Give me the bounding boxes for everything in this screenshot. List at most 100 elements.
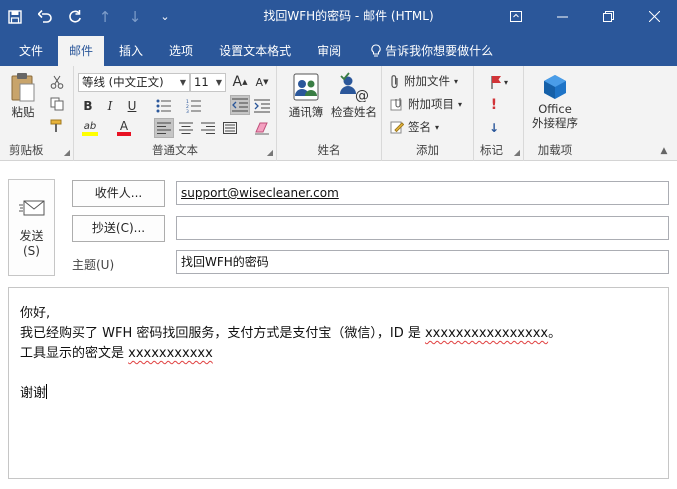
ribbon-tabs: 文件 邮件 插入 选项 设置文本格式 审阅 告诉我你想要做什么: [0, 33, 677, 66]
highlight-color-button[interactable]: ab: [78, 118, 102, 138]
copy-icon[interactable]: [47, 94, 67, 114]
send-label: 发送: [19, 229, 44, 243]
to-recipient: support@wisecleaner.com: [181, 186, 339, 200]
to-button[interactable]: 收件人...: [72, 180, 165, 207]
increase-indent-icon[interactable]: [252, 96, 272, 116]
font-name-value: 等线 (中文正文): [82, 75, 164, 89]
attach-file-label: 附加文件: [404, 74, 450, 88]
tell-me-box[interactable]: 告诉我你想要做什么: [360, 36, 504, 66]
signature-label: 签名: [408, 120, 431, 134]
underline-button[interactable]: U: [122, 96, 142, 116]
addins-group: Office 外接程序 加载项: [524, 66, 586, 161]
office-addins-label-2: 外接程序: [532, 116, 578, 130]
align-right-icon[interactable]: [198, 118, 218, 138]
address-book-button[interactable]: 通讯簿: [283, 72, 329, 132]
bold-button[interactable]: B: [78, 96, 98, 116]
high-importance-icon[interactable]: !: [484, 95, 504, 115]
tell-me-label: 告诉我你想要做什么: [385, 44, 494, 58]
chevron-down-icon: ▼: [215, 78, 222, 87]
subject-label: 主题(U): [72, 258, 115, 272]
body-line-purchase: 我已经购买了 WFH 密码找回服务，支付方式是支付宝（微信），ID 是 xxxx…: [20, 326, 562, 341]
office-addins-icon: [544, 75, 566, 99]
to-field[interactable]: support@wisecleaner.com: [176, 181, 669, 205]
tags-launcher-icon[interactable]: ◢: [514, 148, 520, 157]
clear-formatting-icon[interactable]: [252, 118, 272, 138]
send-envelope-icon: [18, 200, 44, 216]
title-bar: ↑ ↓ ⌄ 找回WFH的密码 - 邮件 (HTML): [0, 0, 677, 33]
font-color-button[interactable]: A: [114, 118, 134, 138]
cc-field[interactable]: [176, 216, 669, 240]
names-group: 通讯簿 @ 检查姓名 姓名: [277, 66, 382, 161]
payment-id: xxxxxxxxxxxxxxxx: [424, 326, 549, 341]
cc-button[interactable]: 抄送(C)...: [72, 215, 165, 242]
address-book-icon: [293, 73, 319, 101]
check-names-icon: @: [340, 72, 369, 102]
clipboard-icon: [11, 73, 35, 102]
check-names-label: 检查姓名: [331, 105, 377, 119]
include-group-label: 添加: [416, 143, 439, 157]
basic-text-group: 等线 (中文正文) ▼ 11 ▼ A▲ A▼ B I U 123 ab A: [74, 66, 277, 161]
send-button[interactable]: 发送 (S): [8, 179, 55, 276]
lightbulb-icon: [371, 44, 381, 57]
paste-label: 粘贴: [11, 105, 35, 119]
signature-button[interactable]: 签名 ▾: [390, 119, 439, 135]
grow-font-icon[interactable]: A ▲: [230, 72, 250, 92]
office-addins-button[interactable]: Office 外接程序: [528, 74, 582, 138]
tab-format-text[interactable]: 设置文本格式: [208, 36, 302, 66]
cut-icon[interactable]: [47, 72, 67, 92]
bullets-icon[interactable]: [154, 96, 174, 116]
clipboard-launcher-icon[interactable]: ◢: [64, 148, 70, 157]
basic-text-launcher-icon[interactable]: ◢: [267, 148, 273, 157]
attach-item-button[interactable]: 附加项目 ▾: [390, 96, 462, 112]
collapse-ribbon-icon[interactable]: ▲: [657, 144, 671, 158]
numbering-icon[interactable]: 123: [184, 96, 204, 116]
ribbon-display-options-icon[interactable]: [493, 0, 539, 33]
subject-field[interactable]: 找回WFH的密码: [176, 250, 669, 274]
send-shortcut: (S): [23, 244, 40, 258]
font-name-combo[interactable]: 等线 (中文正文) ▼: [78, 73, 190, 92]
tab-options[interactable]: 选项: [158, 36, 204, 66]
ribbon: 粘贴 剪贴板 ◢ 等线 (中文正文) ▼ 11 ▼ A ▲ A ▼ B I U 123: [0, 66, 677, 161]
clipboard-group: 粘贴 剪贴板 ◢: [0, 66, 74, 161]
office-addins-label-1: Office: [538, 102, 572, 116]
font-size-value: 11: [194, 75, 209, 89]
low-importance-icon[interactable]: ↓: [484, 118, 504, 138]
body-line-cipher: 工具显示的密文是 xxxxxxxxxxx: [20, 346, 213, 361]
attach-item-icon: [390, 98, 402, 111]
check-names-button[interactable]: @ 检查姓名: [329, 72, 379, 132]
close-icon[interactable]: [631, 0, 677, 33]
restore-icon[interactable]: [585, 0, 631, 33]
highlight-color-swatch: [82, 131, 98, 136]
tab-insert[interactable]: 插入: [108, 36, 154, 66]
font-color-swatch: [117, 132, 131, 136]
shrink-font-icon[interactable]: A ▼: [252, 72, 272, 92]
addins-group-label: 加载项: [537, 143, 573, 157]
address-book-label: 通讯簿: [288, 105, 324, 119]
paste-button[interactable]: 粘贴: [6, 72, 40, 132]
text-cursor: [46, 384, 48, 399]
include-group: 附加文件 ▾ 附加项目 ▾ 签名 ▾ 添加: [382, 66, 474, 161]
body-line-greeting: 你好,: [20, 306, 51, 321]
font-size-combo[interactable]: 11 ▼: [190, 73, 226, 92]
tab-review[interactable]: 审阅: [306, 36, 352, 66]
align-left-icon[interactable]: [154, 118, 174, 138]
signature-icon: [390, 121, 404, 134]
message-body[interactable]: 你好, 我已经购买了 WFH 密码找回服务，支付方式是支付宝（微信），ID 是 …: [8, 287, 669, 479]
tab-message[interactable]: 邮件: [58, 36, 105, 66]
italic-button[interactable]: I: [100, 96, 120, 116]
svg-text:@: @: [355, 88, 369, 102]
chevron-down-icon: ▼: [179, 78, 186, 87]
body-line-thanks: 谢谢: [20, 384, 48, 401]
align-center-icon[interactable]: [176, 118, 196, 138]
tab-file[interactable]: 文件: [8, 36, 54, 66]
format-painter-icon[interactable]: [47, 116, 67, 136]
cipher-text: xxxxxxxxxxx: [128, 346, 213, 361]
follow-up-flag-icon[interactable]: ▾: [484, 72, 514, 92]
compose-area: 发送 (S) 收件人... support@wisecleaner.com 抄送…: [0, 161, 677, 489]
attach-file-button[interactable]: 附加文件 ▾: [390, 73, 458, 89]
tags-group: ▾ ! ↓ 标记 ◢: [474, 66, 524, 161]
names-group-label: 姓名: [317, 143, 341, 157]
minimize-icon[interactable]: [539, 0, 585, 33]
justify-icon[interactable]: [220, 118, 240, 138]
decrease-indent-icon[interactable]: [230, 95, 250, 115]
